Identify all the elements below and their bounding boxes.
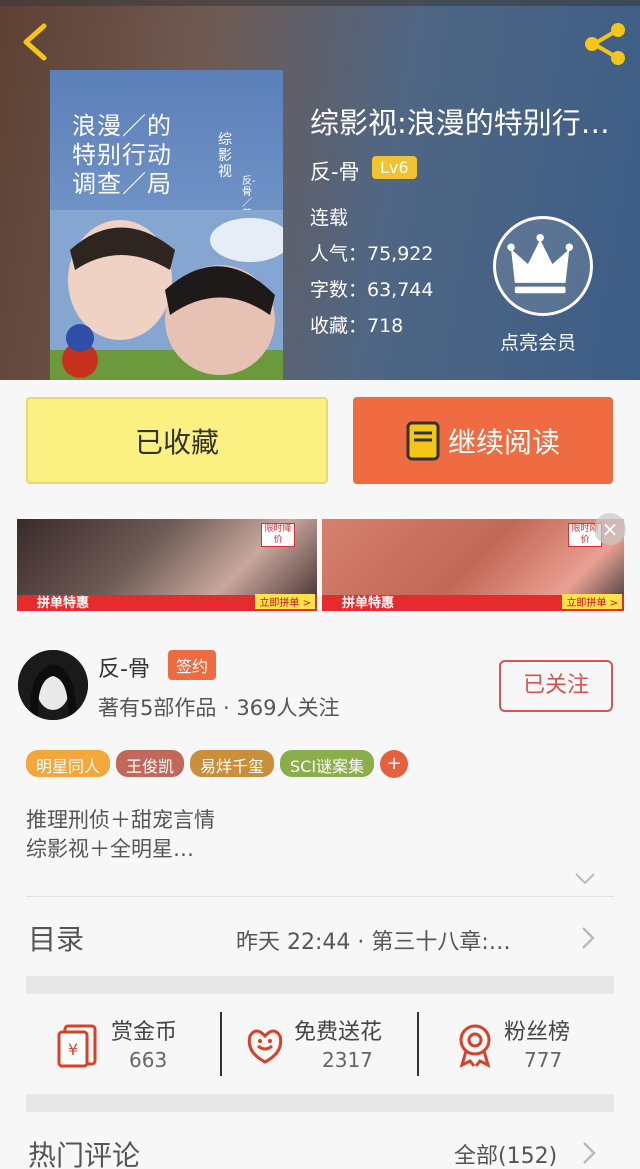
hot-comments-label: 热门评论 <box>28 1139 141 1169</box>
ad-banner-text: 拼单特惠 <box>37 596 90 611</box>
divider <box>26 896 614 897</box>
cover-title-line: 特别行动 <box>72 141 172 169</box>
author-avatar[interactable] <box>18 650 88 720</box>
book-cover[interactable]: 浪漫／的 特别行动 调查／局 综影视 反-骨／著 <box>50 70 283 380</box>
stat-title: 粉丝榜 <box>504 1020 571 1045</box>
chevron-right-icon[interactable] <box>581 926 595 950</box>
signed-badge: 签约 <box>168 650 217 680</box>
cover-illustration <box>50 210 283 380</box>
popularity-count: 人气：75,922 <box>310 243 434 265</box>
cover-subtitle: 综影视 <box>218 132 232 180</box>
tag-chip[interactable]: 明星同人 <box>26 750 111 777</box>
ad-banner-left[interactable]: 限时降价 拼单特惠 立即拼单 > <box>17 519 317 611</box>
ad-cta[interactable]: 立即拼单 > <box>255 594 315 609</box>
section-separator <box>26 976 614 994</box>
header-author-name[interactable]: 反-骨 <box>310 156 360 186</box>
tag-list: 明星同人 王俊凯 易烊千玺 SCI谜案集 + <box>26 750 409 778</box>
description-line: 推理刑侦＋甜宠言情 <box>26 808 215 832</box>
all-comments-link[interactable]: 全部(152) <box>454 1138 557 1169</box>
book-icon <box>406 421 440 460</box>
ad-banner-right[interactable]: 限时降价 拼单特惠 立即拼单 > <box>322 519 624 611</box>
ad-close-icon[interactable]: × <box>594 513 626 545</box>
vip-button[interactable] <box>493 216 593 316</box>
stat-divider <box>220 1012 222 1076</box>
avatar-image <box>18 650 88 720</box>
status-strip <box>0 0 640 6</box>
serial-status: 连载 <box>310 207 349 229</box>
free-flower-button[interactable]: 免费送花 2317 <box>242 1012 412 1076</box>
cover-title: 浪漫／的 特别行动 调查／局 <box>72 112 172 199</box>
favorited-label: 已收藏 <box>134 425 219 459</box>
stat-title: 免费送花 <box>294 1020 383 1045</box>
ad-banner-text: 拼单特惠 <box>342 596 395 611</box>
author-stats: 著有5部作品 · 369人关注 <box>98 696 340 720</box>
share-icon[interactable] <box>582 22 628 66</box>
book-detail-page: 浪漫／的 特别行动 调查／局 综影视 反-骨／著 综影视:浪漫的特别行… 反-骨… <box>0 0 640 1169</box>
chevron-right-icon[interactable] <box>582 1141 596 1165</box>
expand-chevron-icon[interactable] <box>574 872 596 886</box>
reward-coins-button[interactable]: ¥ 赏金币 663 <box>55 1012 215 1076</box>
back-arrow-icon[interactable] <box>18 22 52 62</box>
stat-value: 777 <box>524 1048 563 1072</box>
red-envelope-icon: ¥ <box>57 1024 97 1068</box>
toc-label[interactable]: 目录 <box>28 918 84 958</box>
section-separator <box>26 1094 614 1112</box>
tag-chip[interactable]: 易烊千玺 <box>190 750 275 777</box>
crown-icon <box>507 234 574 294</box>
following-button[interactable]: 已关注 <box>499 660 613 712</box>
vip-label[interactable]: 点亮会员 <box>500 328 576 355</box>
svg-text:¥: ¥ <box>68 1040 78 1059</box>
tag-chip[interactable]: SCI谜案集 <box>280 750 375 777</box>
flower-icon <box>247 1029 283 1064</box>
word-count: 字数：63,744 <box>310 279 434 301</box>
book-header: 浪漫／的 特别行动 调查／局 综影视 反-骨／著 综影视:浪漫的特别行… 反-骨… <box>0 0 640 380</box>
continue-reading-button[interactable]: 继续阅读 <box>353 397 613 484</box>
cover-title-line: 调查／局 <box>72 170 172 198</box>
ad-discount-tag: 限时降价 <box>261 523 295 547</box>
stat-value: 663 <box>129 1048 168 1072</box>
stat-title: 赏金币 <box>111 1020 178 1045</box>
latest-chapter[interactable]: 昨天 22:44 · 第三十八章:… <box>236 924 511 956</box>
continue-reading-label: 继续阅读 <box>447 425 560 459</box>
tag-chip[interactable]: 王俊凯 <box>116 750 185 777</box>
add-tag-button[interactable]: + <box>380 750 409 778</box>
description-line: 综影视＋全明星… <box>26 837 194 861</box>
ad-cta[interactable]: 立即拼单 > <box>562 594 622 609</box>
stat-value: 2317 <box>322 1048 373 1072</box>
book-title: 综影视:浪漫的特别行… <box>310 106 610 140</box>
ribbon-badge-icon <box>459 1024 491 1068</box>
level-badge: Lv6 <box>372 156 417 179</box>
stat-divider <box>417 1012 419 1076</box>
author-name[interactable]: 反-骨 <box>98 651 150 683</box>
fan-ranking-button[interactable]: 粉丝榜 777 <box>452 1012 592 1076</box>
cover-title-line: 浪漫／的 <box>72 112 172 140</box>
favorites-count: 收藏：718 <box>310 315 404 337</box>
book-description: 推理刑侦＋甜宠言情 综影视＋全明星… <box>26 806 215 864</box>
favorited-button[interactable]: 已收藏 <box>26 397 328 484</box>
